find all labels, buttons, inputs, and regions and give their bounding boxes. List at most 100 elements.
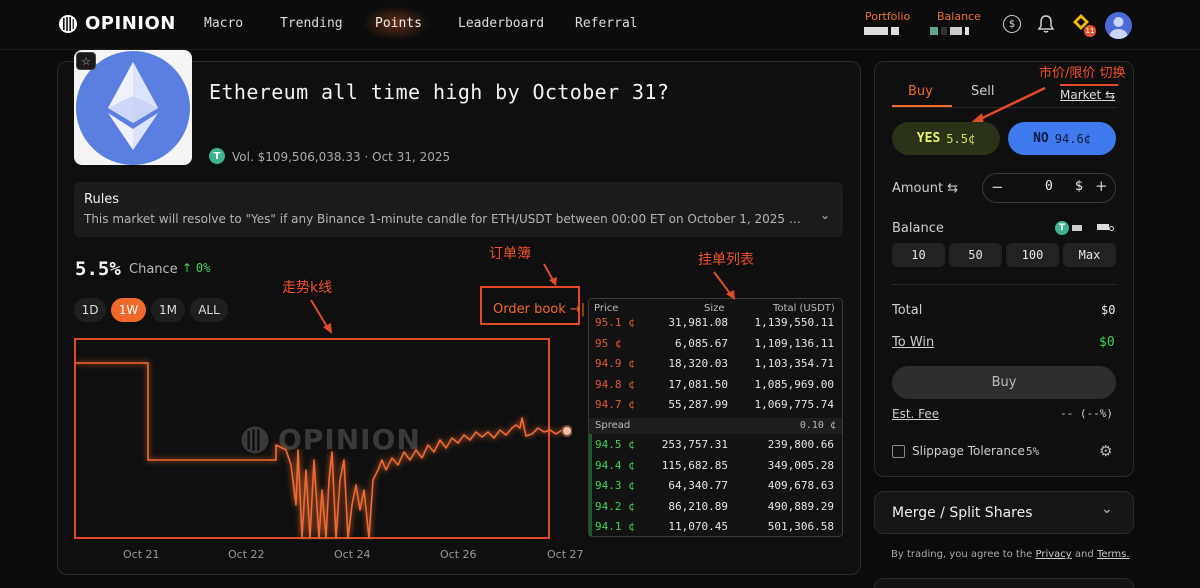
slippage-label: Slippage Tolerance — [912, 444, 1025, 458]
brand-logo[interactable]: OPINION — [58, 13, 176, 34]
ob-price: 94.8 ¢ — [595, 377, 635, 391]
amount-currency: $ — [1075, 179, 1084, 194]
ob-price: 94.7 ¢ — [595, 398, 635, 411]
order-book-row[interactable]: 94.5 ¢ 253,757.31 239,800.66 — [594, 435, 838, 455]
total-label: Total — [892, 303, 923, 318]
no-outcome-button[interactable]: NO 94.6¢ — [1008, 122, 1116, 155]
x-tick-label: Oct 27 — [547, 548, 584, 561]
star-favorite-icon[interactable]: ☆ — [76, 52, 96, 70]
gear-icon[interactable]: ⚙ — [1099, 442, 1112, 460]
quick-amount-100[interactable]: 100 — [1006, 243, 1059, 267]
nav-item-referral[interactable]: Referral — [575, 16, 638, 31]
chevron-down-icon: ⌄ — [1101, 501, 1113, 517]
portfolio-label[interactable]: Portfolio — [865, 10, 910, 23]
yes-label: YES — [916, 131, 941, 146]
yes-outcome-button[interactable]: YES 5.5¢ — [892, 122, 1000, 155]
swap-icon[interactable]: ⇆ — [947, 181, 958, 196]
annotation-arrow — [310, 299, 332, 334]
bell-icon[interactable] — [1037, 14, 1055, 34]
rules-panel[interactable]: Rules This market will resolve to "Yes" … — [74, 182, 843, 237]
ob-total: 1,103,354.71 — [754, 357, 834, 370]
price-chart[interactable] — [76, 340, 572, 540]
to-win-label[interactable]: To Win — [892, 335, 934, 350]
dollar-circle-icon[interactable]: $ — [1003, 15, 1021, 33]
market-title: Ethereum all time high by October 31? — [209, 80, 670, 104]
order-book-row[interactable]: 94.8 ¢ 17,081.50 1,085,969.00 — [594, 375, 838, 395]
ob-price: 94.4 ¢ — [595, 458, 635, 472]
arrow-up-icon: ↑ — [182, 261, 196, 275]
ob-price: 94.5 ¢ — [595, 438, 635, 451]
order-book-row[interactable]: 95.1 ¢ 31,981.08 1,139,550.11 — [594, 313, 838, 333]
plus-icon[interactable]: + — [1095, 177, 1108, 195]
buy-submit-button[interactable]: Buy — [892, 366, 1116, 399]
order-book-row[interactable]: 94.7 ¢ 55,287.99 1,069,775.74 — [594, 395, 838, 415]
ob-total: 409,678.63 — [767, 479, 834, 492]
chevron-down-icon[interactable]: ⌄ — [820, 208, 830, 222]
no-label: NO — [1033, 131, 1049, 146]
order-type-toggle[interactable]: Market ⇆ — [1060, 88, 1115, 102]
fee-label[interactable]: Est. Fee — [892, 407, 939, 421]
brand-name: OPINION — [85, 13, 176, 34]
ob-total: 1,085,969.00 — [754, 377, 834, 391]
amount-label-text: Amount — [892, 181, 944, 196]
market-volume: Vol. $109,506,038.33 · Oct 31, 2025 — [232, 150, 450, 164]
slippage-value: 5% — [1026, 445, 1040, 458]
ob-price: 95.1 ¢ — [595, 316, 635, 329]
order-book-button[interactable]: Order book →| — [493, 302, 585, 317]
merge-split-label: Merge / Split Shares — [892, 505, 1033, 521]
ob-total: 239,800.66 — [767, 438, 834, 451]
annotation-order-type-underline — [1060, 84, 1118, 86]
nav-item-trending[interactable]: Trending — [280, 16, 343, 31]
wallet-icon[interactable] — [1097, 222, 1115, 232]
ob-total: 1,139,550.11 — [754, 316, 834, 329]
order-book-row[interactable]: 94.2 ¢ 86,210.89 490,889.29 — [594, 497, 838, 517]
balance-label[interactable]: Balance — [937, 10, 981, 23]
annotation-order-type: 市价/限价 切换 — [1039, 66, 1126, 81]
ob-total: 1,109,136.11 — [754, 336, 834, 350]
nav-item-macro[interactable]: Macro — [204, 16, 243, 31]
range-1m-button[interactable]: 1M — [151, 298, 185, 322]
quick-amount-max[interactable]: Max — [1063, 243, 1116, 267]
quick-amount-10[interactable]: 10 — [892, 243, 945, 267]
order-book-row[interactable]: 94.4 ¢ 115,682.85 349,005.28 — [594, 456, 838, 476]
range-all-button[interactable]: ALL — [190, 298, 228, 322]
terms-disclaimer: By trading, you agree to the Privacy and… — [891, 549, 1130, 560]
minus-icon[interactable]: − — [991, 178, 1004, 196]
x-tick-label: Oct 26 — [440, 548, 477, 561]
balance-value-redacted — [1072, 225, 1082, 231]
balance-row-label: Balance — [892, 221, 944, 236]
ob-size: 64,340.77 — [668, 479, 728, 492]
slippage-checkbox[interactable] — [892, 445, 905, 458]
tab-buy[interactable]: Buy — [908, 84, 933, 99]
terms-link[interactable]: Terms. — [1097, 549, 1130, 560]
order-book-row[interactable]: 94.9 ¢ 18,320.03 1,103,354.71 — [594, 354, 838, 374]
swap-icon: ⇆ — [1105, 88, 1116, 102]
chance-change-value: 0% — [195, 261, 211, 275]
next-panel-edge — [874, 578, 1134, 588]
chance-line — [76, 362, 567, 539]
user-avatar[interactable] — [1105, 12, 1132, 39]
market-end-date: Oct 31, 2025 — [372, 150, 451, 164]
range-1w-button[interactable]: 1W — [111, 298, 146, 322]
user-silhouette-icon — [1109, 17, 1128, 39]
order-book-row[interactable]: 94.3 ¢ 64,340.77 409,678.63 — [594, 476, 838, 496]
x-tick-label: Oct 21 — [123, 548, 160, 561]
opinion-logo-icon — [59, 14, 77, 33]
nav-item-points[interactable]: Points — [375, 16, 422, 31]
ob-total: 1,069,775.74 — [754, 398, 834, 411]
range-1d-button[interactable]: 1D — [74, 298, 106, 322]
ob-price: 94.3 ¢ — [595, 479, 635, 492]
nav-item-leaderboard[interactable]: Leaderboard — [458, 16, 544, 31]
privacy-link[interactable]: Privacy — [1036, 549, 1072, 560]
amount-input[interactable]: 0 — [1045, 179, 1053, 194]
quick-amount-50[interactable]: 50 — [949, 243, 1002, 267]
annotation-order-book: 订单簿 — [489, 246, 531, 262]
ob-price: 94.1 ¢ — [595, 520, 635, 533]
order-book-row[interactable]: 95 ¢ 6,085.67 1,109,136.11 — [594, 334, 838, 354]
merge-split-panel[interactable]: Merge / Split Shares ⌄ — [874, 491, 1134, 534]
amount-stepper[interactable]: − 0 $ + — [982, 173, 1116, 203]
rules-title: Rules — [84, 192, 120, 207]
disclaimer-text: By trading, you agree to the — [891, 549, 1033, 560]
no-price: 94.6¢ — [1054, 131, 1091, 146]
order-book-row[interactable]: 94.1 ¢ 11,070.45 501,306.58 — [594, 517, 838, 537]
